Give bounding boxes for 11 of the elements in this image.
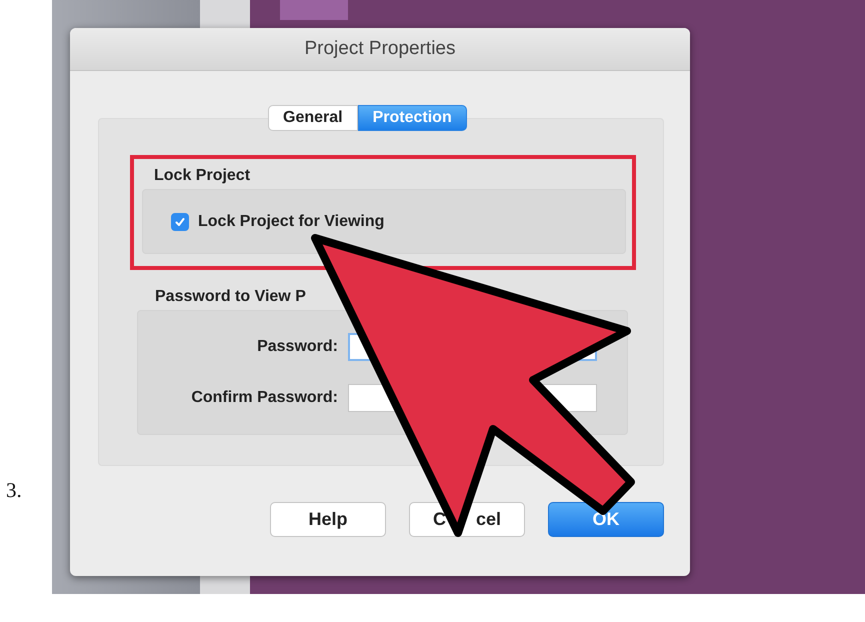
tab[interactable]: General bbox=[268, 105, 358, 131]
window-title: Project Properties bbox=[304, 38, 456, 60]
toolbar-tab-shape bbox=[280, 0, 348, 20]
field-label: Confirm Password: bbox=[190, 389, 339, 407]
group-title: Lock Project bbox=[154, 167, 252, 185]
group-title: Password to View P bbox=[155, 288, 307, 306]
checkbox[interactable] bbox=[171, 212, 189, 230]
step-number: 3. bbox=[6, 478, 22, 503]
check-icon bbox=[174, 216, 186, 228]
field-label: Password: bbox=[256, 338, 339, 356]
dialog-button[interactable]: Help bbox=[270, 502, 386, 537]
